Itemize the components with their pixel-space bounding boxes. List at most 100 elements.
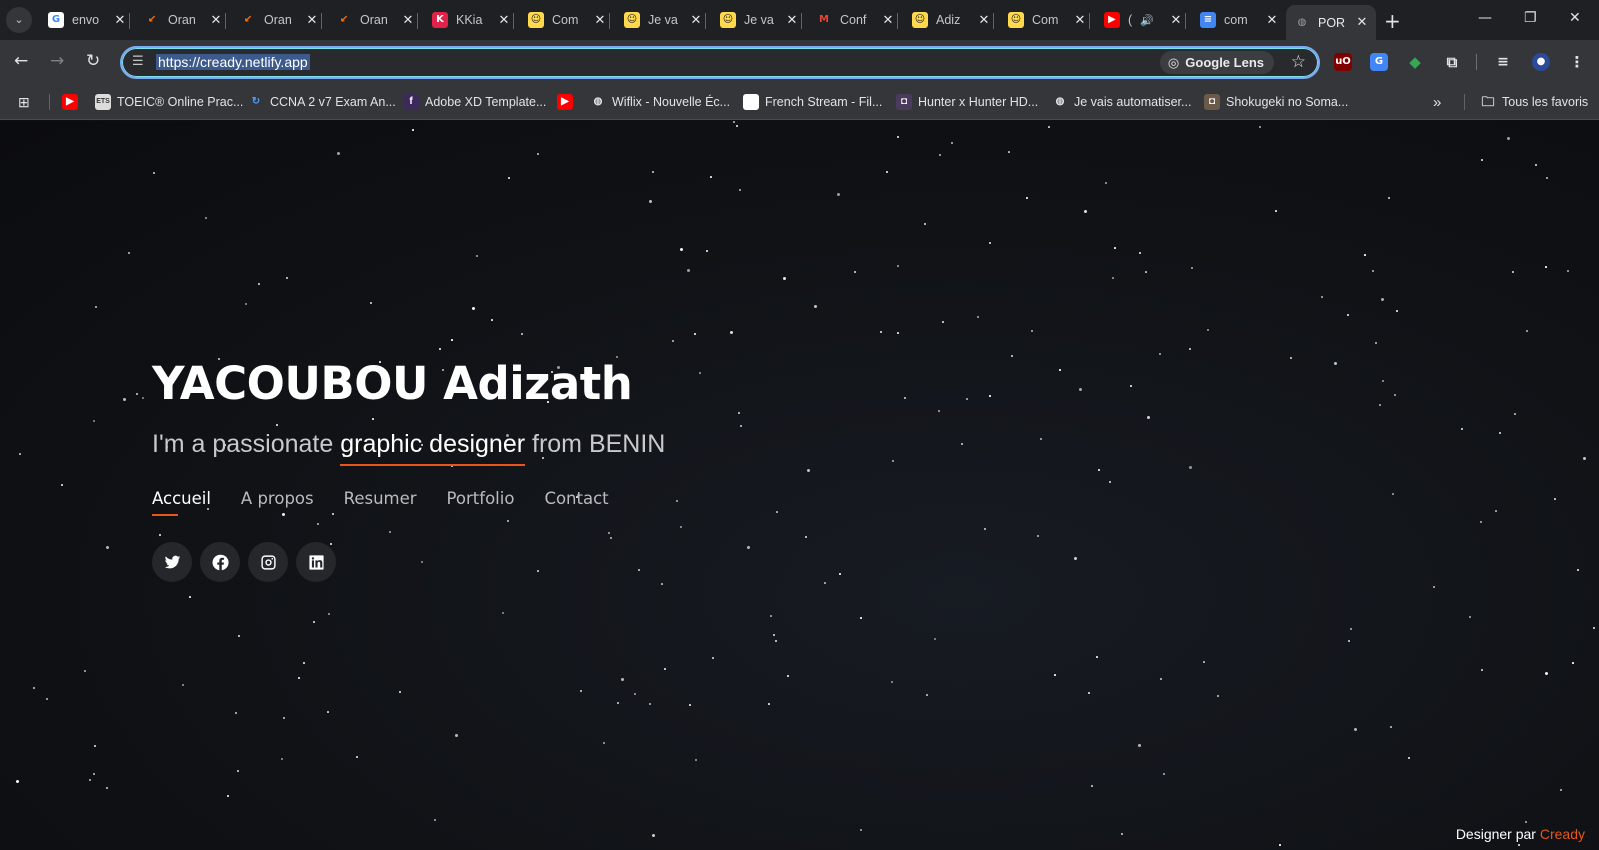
bookmark-youtube[interactable]: ▶ [62,92,84,112]
star-dot [1381,298,1384,301]
bookmarks-separator [1464,94,1465,110]
nav-accueil[interactable]: Accueil [152,489,211,516]
star-dot [328,613,330,615]
tab-search-button[interactable]: ⌄ [6,7,32,33]
menu-kebab-icon[interactable]: ⋮ [1568,53,1586,71]
media-controls-icon[interactable]: ≡ [1494,53,1512,71]
extension-icon[interactable]: ◆ [1406,53,1424,71]
forward-button[interactable]: → [50,51,64,71]
star-dot [926,694,928,696]
star-dot [680,526,682,528]
nav-contact[interactable]: Contact [544,489,608,508]
star-dot [337,152,340,155]
bookmark-french-stream[interactable]: French Stream - Fil... [743,92,882,112]
close-icon[interactable]: ✕ [1354,15,1370,30]
orange-arrow-icon: ↙ [147,14,157,25]
address-bar[interactable]: ☰ https://cready.netlify.app ◎ Google Len… [120,46,1320,79]
google-lens-button[interactable]: ◎ Google Lens [1159,51,1274,74]
tab[interactable]: M Conf ✕ [808,7,902,33]
close-icon[interactable]: ✕ [208,13,224,28]
tab[interactable]: ☺ Com ✕ [520,7,614,33]
ublock-icon[interactable]: uO [1334,53,1352,71]
close-icon[interactable]: ✕ [1264,13,1280,28]
star-dot [327,711,329,713]
tab[interactable]: ☺ Adiz ✕ [904,7,998,33]
star-dot [1499,432,1501,434]
comeup-icon: ☺ [720,12,736,28]
folder-icon: 🗀 [1481,94,1495,109]
credit-brand-link[interactable]: Cready [1540,826,1585,842]
close-icon[interactable]: ✕ [496,13,512,28]
linkedin-link[interactable] [296,542,336,582]
extensions-puzzle-icon[interactable]: ⧉ [1443,53,1461,71]
close-icon[interactable]: ✕ [592,13,608,28]
translate-icon[interactable]: G [1370,53,1388,71]
back-button[interactable]: ← [14,51,28,71]
bookmark-adobe-xd[interactable]: f Adobe XD Template... [403,92,546,112]
star-dot [904,397,906,399]
url-text[interactable]: https://cready.netlify.app [156,54,310,70]
star-dot [1481,669,1483,671]
avatar[interactable]: ● [1532,53,1550,71]
close-icon[interactable]: ✕ [1168,13,1184,28]
star-dot [94,745,96,747]
google-icon: G [48,12,64,28]
nav-a-propos[interactable]: A propos [241,489,314,508]
close-icon[interactable]: ✕ [304,13,320,28]
all-bookmarks-folder[interactable]: 🗀 Tous les favoris [1480,92,1588,112]
speaker-icon[interactable]: 🔊 [1140,14,1154,27]
star-dot [258,283,260,285]
close-icon[interactable]: ✕ [880,13,896,28]
star-dot [938,410,940,412]
reload-button[interactable]: ↻ [86,51,100,71]
tab[interactable]: ≡ com ✕ [1192,7,1286,33]
bookmark-toeic[interactable]: ETS TOEIC® Online Prac... [95,92,243,112]
globe-icon: ◍ [593,96,603,107]
bookmark-wiflix[interactable]: ◍ Wiflix - Nouvelle Éc... [590,92,730,112]
star-dot [1364,254,1366,256]
bookmark-shokugeki[interactable]: ◘ Shokugeki no Soma... [1204,92,1348,112]
nav-resumer[interactable]: Resumer [344,489,417,508]
close-icon[interactable]: ✕ [1072,13,1088,28]
tab[interactable]: ↙ Oran ✕ [328,7,422,33]
site-info-icon[interactable]: ☰ [132,54,144,69]
close-window-button[interactable]: ✕ [1569,10,1581,26]
apps-grid-icon[interactable]: ⊞ [18,92,30,112]
more-bookmarks-icon[interactable]: » [1433,92,1441,112]
star-dot [1191,267,1193,269]
star-dot [942,321,944,323]
instagram-link[interactable] [248,542,288,582]
tab[interactable]: ☺ Com ✕ [1000,7,1094,33]
tab-active[interactable]: ◍ POR ✕ [1286,5,1376,40]
tab[interactable]: ☺ Je va ✕ [712,7,806,33]
close-icon[interactable]: ✕ [688,13,704,28]
star-dot [123,398,126,401]
star-dot [1321,296,1323,298]
new-tab-button[interactable]: + [1384,9,1401,33]
tab[interactable]: G envo ✕ [40,7,134,33]
bookmark-star-icon[interactable]: ☆ [1291,52,1306,72]
facebook-link[interactable] [200,542,240,582]
close-icon[interactable]: ✕ [784,13,800,28]
bookmark-ccna[interactable]: ↻ CCNA 2 v7 Exam An... [248,92,396,112]
tab[interactable]: K KKia ✕ [424,7,518,33]
close-icon[interactable]: ✕ [976,13,992,28]
tab[interactable]: ☺ Je va ✕ [616,7,710,33]
restore-button[interactable]: ❐ [1524,10,1537,26]
star-dot [1139,252,1141,254]
minimize-button[interactable]: — [1478,10,1492,26]
close-icon[interactable]: ✕ [400,13,416,28]
bookmark-youtube-2[interactable]: ▶ [557,92,579,112]
tab[interactable]: ↙ Oran ✕ [136,7,230,33]
close-icon[interactable]: ✕ [112,13,128,28]
tab[interactable]: ▶ ( 🔊 ✕ [1096,7,1190,33]
tab-separator [705,13,706,29]
bookmark-automatiser[interactable]: ◍ Je vais automatiser... [1052,92,1192,112]
nav-portfolio[interactable]: Portfolio [447,489,515,508]
star-dot [1112,277,1114,279]
bookmark-hunter-x-hunter[interactable]: ◘ Hunter x Hunter HD... [896,92,1038,112]
star-dot [1526,330,1528,332]
tab[interactable]: ↙ Oran ✕ [232,7,326,33]
twitter-link[interactable] [152,542,192,582]
facebook-icon: f [403,94,419,110]
